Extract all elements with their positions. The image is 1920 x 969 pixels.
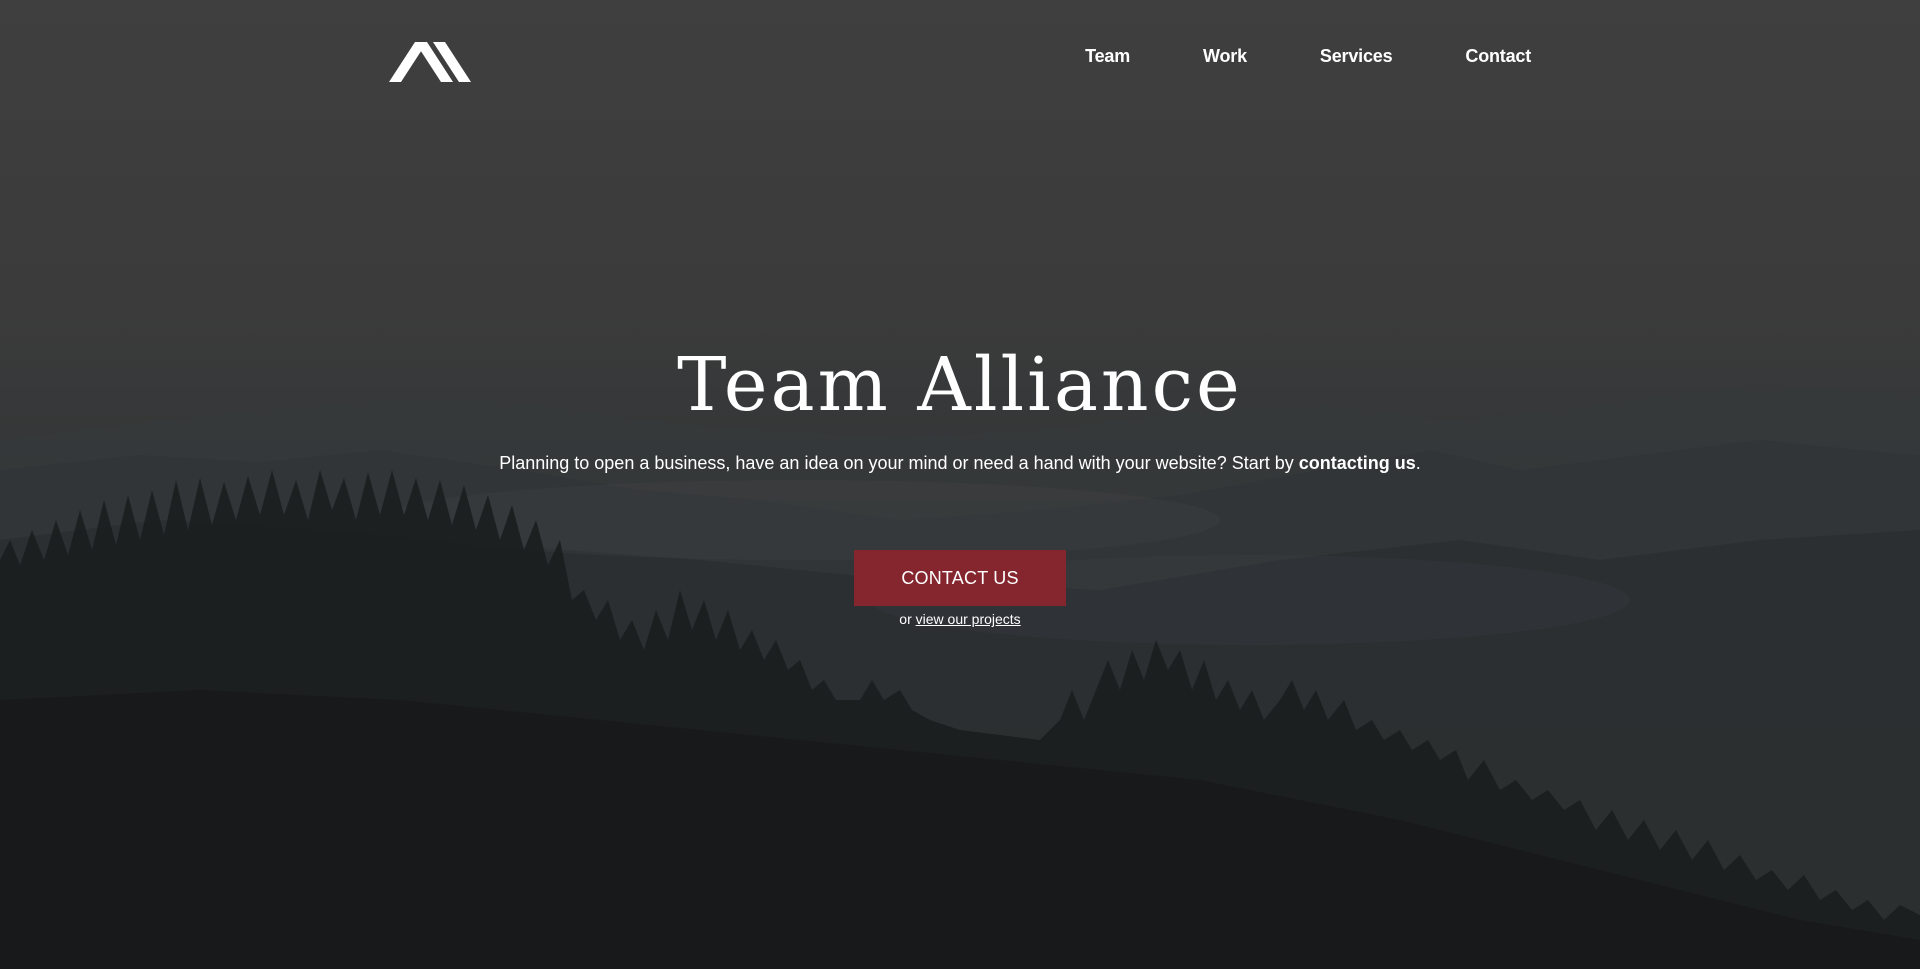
contact-us-button[interactable]: CONTACT US <box>854 550 1066 606</box>
nav-link-team[interactable]: Team <box>1085 46 1130 66</box>
hero-subtitle-suffix: . <box>1415 453 1421 473</box>
hero-content: Team Alliance Planning to open a busines… <box>0 330 1920 627</box>
secondary-link-line: or view our projects <box>0 611 1920 627</box>
hero-subtitle-bold: contacting us <box>1298 453 1416 473</box>
secondary-prefix: or <box>899 611 916 627</box>
hero-subtitle: Planning to open a business, have an ide… <box>0 450 1920 476</box>
hero-title: Team Alliance <box>677 342 1243 428</box>
nav-menu: Team Work Services Contact <box>1012 46 1531 67</box>
hero-section: Team Work Services Contact Team Alliance… <box>0 0 1920 969</box>
view-projects-link[interactable]: view our projects <box>916 611 1021 627</box>
nav-link-services[interactable]: Services <box>1320 46 1393 66</box>
mountain-peaks-logo-icon[interactable] <box>389 38 471 82</box>
nav-link-work[interactable]: Work <box>1203 46 1247 66</box>
top-navigation: Team Work Services Contact <box>0 0 1920 120</box>
nav-link-contact[interactable]: Contact <box>1465 46 1531 66</box>
hero-subtitle-text: Planning to open a business, have an ide… <box>499 453 1299 473</box>
